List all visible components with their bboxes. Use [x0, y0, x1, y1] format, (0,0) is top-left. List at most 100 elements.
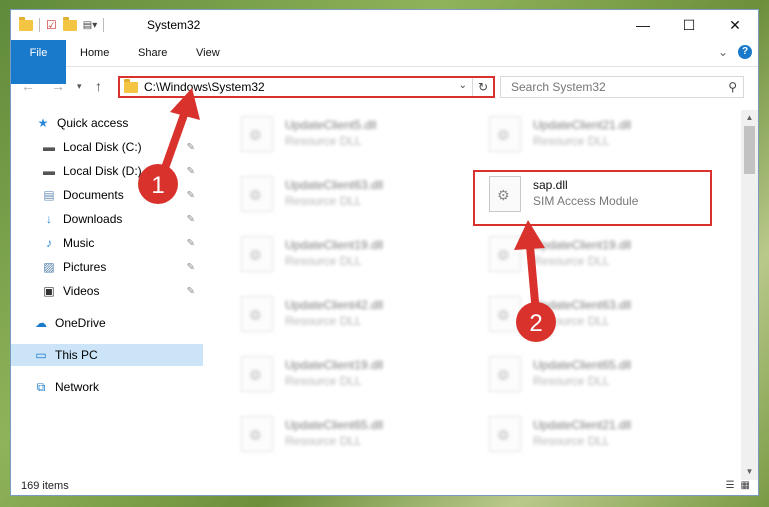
file-icon: ⚙: [241, 236, 273, 272]
file-type: Resource DLL: [533, 434, 610, 448]
file-type: Resource DLL: [285, 254, 362, 268]
list-item[interactable]: ⚙ UpdateClient19.dll Resource DLL: [475, 232, 705, 276]
list-item[interactable]: ⚙ UpdateClient19.dll Resource DLL: [227, 352, 457, 396]
sidebar-item-videos[interactable]: ▣ Videos ✎: [11, 280, 203, 302]
properties-icon[interactable]: ☑: [46, 18, 57, 32]
large-icons-view-icon[interactable]: ▦: [741, 480, 750, 491]
address-path[interactable]: C:\Windows\System32: [144, 80, 265, 94]
sidebar-item-pictures[interactable]: ▨ Pictures ✎: [11, 256, 203, 278]
customize-toolbar-icon[interactable]: ▤▾: [83, 20, 97, 31]
list-item[interactable]: ⚙ UpdateClient65.dll Resource DLL: [475, 352, 705, 396]
close-button[interactable]: ✕: [712, 10, 758, 40]
gear-icon: ⚙: [249, 247, 262, 263]
sidebar-item-label: Local Disk (D:): [63, 164, 142, 178]
sidebar-item-onedrive[interactable]: ☁ OneDrive: [11, 312, 203, 334]
pin-icon[interactable]: ✎: [187, 286, 195, 297]
file-name: UpdateClient21.dll: [533, 118, 632, 132]
list-item[interactable]: ⚙ UpdateClient42.dll Resource DLL: [227, 292, 457, 336]
file-icon: ⚙: [241, 116, 273, 152]
minimize-button[interactable]: —: [620, 10, 666, 40]
list-item[interactable]: ⚙ UpdateClient21.dll Resource DLL: [475, 412, 705, 456]
new-folder-icon[interactable]: [62, 16, 77, 31]
pin-icon[interactable]: ✎: [187, 166, 195, 177]
file-name: UpdateClient42.dll: [285, 298, 384, 312]
list-item[interactable]: ⚙ UpdateClient63.dll Resource DLL: [475, 292, 705, 336]
tab-home[interactable]: Home: [80, 40, 109, 66]
network-icon: ⧉: [36, 379, 46, 394]
list-item[interactable]: ⚙ UpdateClient19.dll Resource DLL: [227, 232, 457, 276]
sidebar-item-label: Network: [55, 380, 100, 394]
folder-icon[interactable]: [19, 16, 33, 31]
tab-view[interactable]: View: [196, 40, 220, 66]
forward-arrow-icon[interactable]: →: [51, 78, 65, 94]
file-name: UpdateClient65.dll: [285, 418, 384, 432]
up-arrow-icon[interactable]: ↑: [95, 78, 102, 94]
file-icon: ⚙: [489, 296, 521, 332]
refresh-icon[interactable]: ↻: [472, 78, 493, 96]
pin-icon[interactable]: ✎: [187, 190, 195, 201]
gear-icon: ⚙: [497, 127, 510, 143]
folder-icon: [124, 78, 138, 93]
file-icon: ⚙: [489, 236, 521, 272]
explorer-window: ☑ ▤▾ System32 — ☐ ✕ File Home Share View…: [10, 9, 759, 496]
gear-icon: ⚙: [249, 187, 262, 203]
ribbon-tabs: File Home Share View ⌄ ?: [11, 40, 758, 84]
gear-icon: ⚙: [249, 127, 262, 143]
search-input[interactable]: [509, 79, 713, 95]
back-arrow-icon[interactable]: ←: [21, 78, 35, 94]
sidebar-item-label: Videos: [63, 284, 100, 298]
file-name: UpdateClient19.dll: [285, 238, 384, 252]
scroll-up-icon[interactable]: ▲: [741, 110, 758, 126]
file-name: UpdateClient19.dll: [533, 238, 632, 252]
sidebar-item-label: Pictures: [63, 260, 107, 274]
toolbar-separator: [39, 18, 40, 32]
sidebar-item-local-disk-c[interactable]: ▬ Local Disk (C:) ✎: [11, 136, 203, 158]
list-item[interactable]: ⚙ UpdateClient65.dll Resource DLL: [227, 412, 457, 456]
list-item[interactable]: ⚙ UpdateClient63.dll Resource DLL: [227, 172, 457, 216]
file-type: Resource DLL: [533, 254, 610, 268]
sidebar-item-label: Quick access: [57, 116, 129, 130]
sidebar-item-documents[interactable]: ▤ Documents ✎: [11, 184, 203, 206]
file-type: Resource DLL: [285, 194, 362, 208]
sidebar-item-this-pc[interactable]: ▭ This PC: [11, 344, 203, 366]
search-box[interactable]: ⚲: [500, 76, 744, 98]
maximize-button[interactable]: ☐: [666, 10, 712, 40]
status-bar: 169 items ☰ ▦: [11, 478, 758, 495]
sidebar-item-downloads[interactable]: ↓ Downloads ✎: [11, 208, 203, 230]
window-title: System32: [147, 18, 201, 32]
file-type: Resource DLL: [533, 314, 610, 328]
file-name: UpdateClient19.dll: [285, 358, 384, 372]
cloud-icon: ☁: [35, 316, 47, 330]
file-name: UpdateClient63.dll: [285, 178, 384, 192]
documents-icon: ▤: [43, 188, 55, 202]
chevron-down-icon[interactable]: ⌄: [459, 80, 467, 91]
sidebar-item-label: Documents: [63, 188, 124, 202]
sidebar-item-quick-access[interactable]: ★ Quick access: [11, 112, 203, 134]
sidebar-item-local-disk-d[interactable]: ▬ Local Disk (D:) ✎: [11, 160, 203, 182]
scrollbar-thumb[interactable]: [744, 126, 755, 174]
computer-icon: ▭: [35, 348, 47, 362]
list-item[interactable]: ⚙ UpdateClient21.dll Resource DLL: [475, 112, 705, 156]
pin-icon[interactable]: ✎: [187, 262, 195, 273]
chevron-down-icon[interactable]: ⌄: [718, 45, 728, 59]
search-icon[interactable]: ⚲: [728, 80, 737, 94]
details-view-icon[interactable]: ☰: [726, 480, 735, 491]
tab-share[interactable]: Share: [138, 40, 167, 66]
gear-icon: ⚙: [497, 247, 510, 263]
file-type: Resource DLL: [533, 134, 610, 148]
gear-icon: ⚙: [497, 427, 510, 443]
pin-icon[interactable]: ✎: [187, 238, 195, 249]
list-item[interactable]: ⚙ UpdateClient5.dll Resource DLL: [227, 112, 457, 156]
file-icon: ⚙: [489, 416, 521, 452]
address-bar[interactable]: C:\Windows\System32 ⌄ ↻: [118, 76, 495, 98]
window-controls: — ☐ ✕: [620, 10, 758, 40]
sidebar-item-music[interactable]: ♪ Music ✎: [11, 232, 203, 254]
recent-locations-icon[interactable]: ▾: [77, 81, 82, 92]
pin-icon[interactable]: ✎: [187, 214, 195, 225]
file-icon: ⚙: [489, 356, 521, 392]
file-icon: ⚙: [241, 416, 273, 452]
sidebar-item-network[interactable]: ⧉ Network: [11, 376, 203, 398]
vertical-scrollbar[interactable]: ▲ ▼: [741, 110, 758, 480]
pin-icon[interactable]: ✎: [187, 142, 195, 153]
help-icon[interactable]: ?: [738, 45, 752, 59]
